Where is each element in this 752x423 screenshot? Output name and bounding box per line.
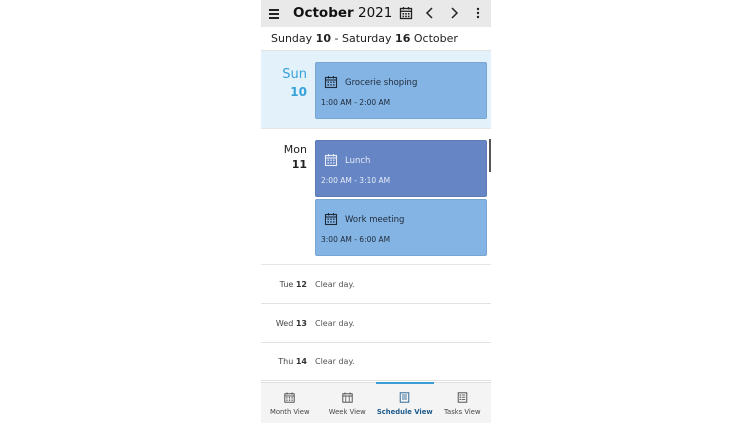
chevron-left-icon[interactable] <box>422 5 438 21</box>
nav-label: Week View <box>328 408 366 416</box>
day-label: Tue 12 <box>280 280 307 289</box>
page-title: October 2021 <box>293 5 392 21</box>
day-number: 12 <box>295 280 307 289</box>
range-month: October <box>413 32 458 45</box>
calendar-icon[interactable] <box>398 5 414 21</box>
event-grocerie-shoping[interactable]: Grocerie shoping 1:00 AM - 2:00 AM <box>315 62 487 119</box>
range-start-num: 10 <box>315 32 331 45</box>
day-monday: Mon 11 Lunch 2:00 AM - 3:10 AM Work meet… <box>261 129 491 265</box>
event-title: Work meeting <box>345 215 405 225</box>
range-end-num: 16 <box>395 32 411 45</box>
event-calendar-icon <box>324 76 338 89</box>
nav-schedule-view[interactable]: Schedule View <box>376 382 434 423</box>
nav-label: Month View <box>269 408 310 416</box>
event-calendar-icon <box>324 213 338 226</box>
range-end-day: Saturday <box>341 32 392 45</box>
day-number: 11 <box>291 158 307 171</box>
day-thursday: Thu 14 Clear day. <box>261 342 491 381</box>
calendar-week-icon <box>341 392 353 403</box>
day-number: 10 <box>290 85 307 99</box>
app-bar: October 2021 <box>261 0 491 27</box>
title-month: October <box>293 5 354 21</box>
day-name: Tue <box>279 280 294 289</box>
nav-label: Tasks View <box>444 408 481 416</box>
day-name: Thu <box>278 357 294 366</box>
day-name: Mon <box>283 143 307 156</box>
event-title: Grocerie shoping <box>345 78 418 88</box>
scrollbar[interactable] <box>489 139 491 172</box>
calendar-app: October 2021 Sunday 10 - Saturday 16 Oct… <box>261 0 491 423</box>
tasks-list-icon <box>457 392 467 403</box>
nav-week-view[interactable]: Week View <box>319 383 377 423</box>
schedule-list-icon <box>399 392 410 403</box>
nav-tasks-view[interactable]: Tasks View <box>434 383 492 423</box>
week-range-text: Sunday 10 - Saturday 16 October <box>271 32 458 45</box>
range-start-day: Sunday <box>271 32 313 45</box>
more-vertical-icon[interactable] <box>470 5 486 21</box>
clear-day-text: Clear day. <box>315 357 355 366</box>
day-number: 14 <box>295 357 307 366</box>
clear-day-text: Clear day. <box>315 319 355 328</box>
event-time: 1:00 AM - 2:00 AM <box>321 98 391 107</box>
day-tuesday: Tue 12 Clear day. <box>261 265 491 304</box>
day-label: Thu 14 <box>278 357 307 366</box>
event-calendar-icon <box>324 154 338 167</box>
day-number: 13 <box>295 319 307 328</box>
schedule-list[interactable]: Sun 10 Grocerie shoping 1:00 AM - 2:00 A… <box>261 51 491 382</box>
day-name: Sun <box>282 67 307 82</box>
event-lunch[interactable]: Lunch 2:00 AM - 3:10 AM <box>315 140 487 197</box>
event-time: 2:00 AM - 3:10 AM <box>321 176 391 185</box>
day-name: Wed <box>275 319 294 328</box>
bottom-navigation: Month View Week View Schedule View Tasks… <box>261 382 491 423</box>
event-title: Lunch <box>345 156 371 166</box>
day-sunday: Sun 10 Grocerie shoping 1:00 AM - 2:00 A… <box>261 51 491 129</box>
event-work-meeting[interactable]: Work meeting 3:00 AM - 6:00 AM <box>315 199 487 256</box>
title-year: 2021 <box>357 5 393 21</box>
nav-label: Schedule View <box>376 408 433 416</box>
chevron-right-icon[interactable] <box>446 5 462 21</box>
day-wednesday: Wed 13 Clear day. <box>261 304 491 343</box>
range-separator: - <box>334 32 339 45</box>
day-label: Wed 13 <box>276 319 307 328</box>
calendar-month-icon <box>284 392 295 403</box>
hamburger-icon[interactable] <box>267 4 281 22</box>
event-time: 3:00 AM - 6:00 AM <box>321 235 391 244</box>
nav-month-view[interactable]: Month View <box>261 383 319 423</box>
clear-day-text: Clear day. <box>315 280 355 289</box>
week-range: Sunday 10 - Saturday 16 October <box>261 27 491 51</box>
